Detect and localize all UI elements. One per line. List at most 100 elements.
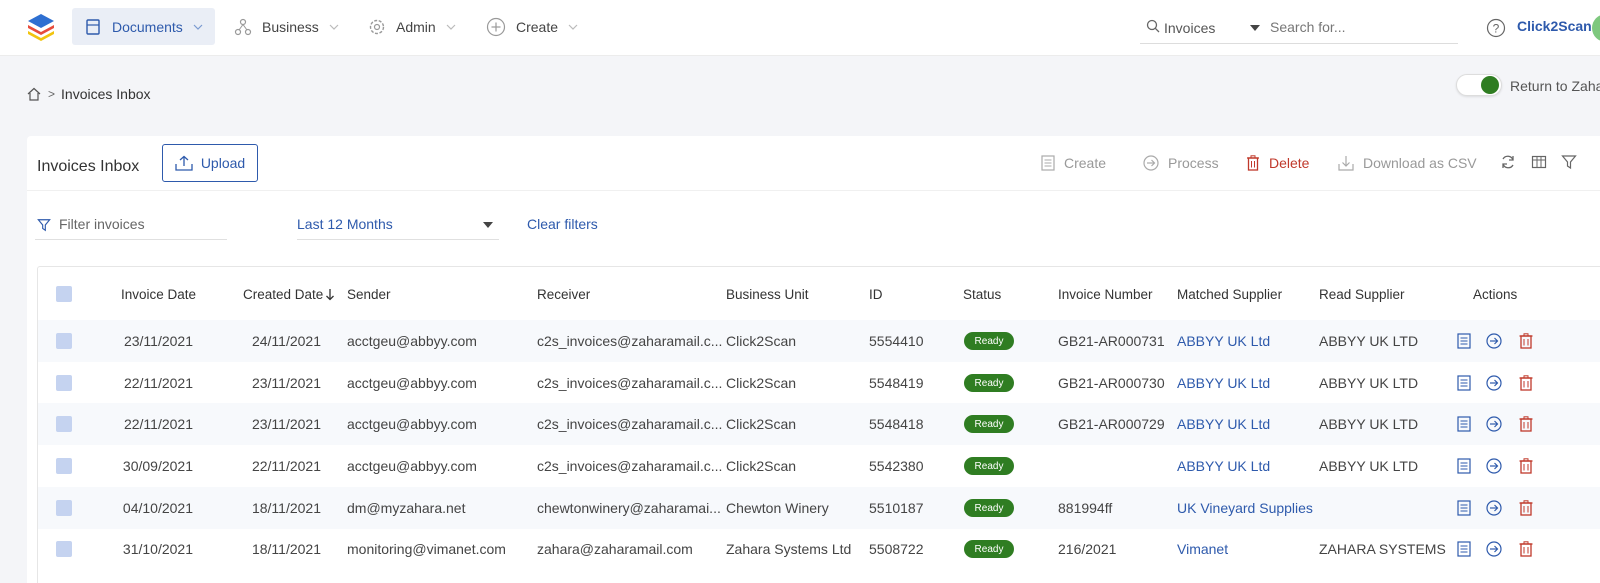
row-checkbox[interactable]: [56, 375, 72, 391]
trash-icon[interactable]: [1518, 375, 1534, 391]
filter-invoices-input[interactable]: [59, 215, 219, 233]
nav-business-label: Business: [262, 18, 319, 35]
header-receiver[interactable]: Receiver: [537, 287, 590, 302]
form-icon[interactable]: [1456, 458, 1472, 474]
panel-divider: [27, 190, 1600, 191]
status-badge: Ready: [964, 499, 1014, 517]
invoices-table: Invoice Date Created Date Sender Receive…: [37, 266, 1600, 583]
cell-matched-supplier[interactable]: ABBYY UK Ltd: [1177, 416, 1317, 432]
search-input[interactable]: [1270, 17, 1450, 37]
cell-sender: acctgeu@abbyy.com: [347, 375, 477, 391]
app-logo-icon[interactable]: [26, 12, 56, 42]
cell-business-unit: Chewton Winery: [726, 500, 829, 516]
return-toggle[interactable]: [1456, 74, 1502, 96]
delete-button[interactable]: Delete: [1246, 155, 1309, 171]
create-button-label: Create: [1064, 155, 1107, 171]
row-checkbox[interactable]: [56, 541, 72, 557]
status-badge: Ready: [964, 415, 1014, 433]
arrow-circle-right-icon[interactable]: [1486, 375, 1502, 391]
search-scope-select[interactable]: Invoices: [1164, 20, 1215, 36]
nav-admin-label: Admin: [396, 18, 436, 35]
home-icon[interactable]: [26, 86, 42, 102]
arrow-circle-right-icon[interactable]: [1486, 541, 1502, 557]
row-checkbox[interactable]: [56, 333, 72, 349]
invoices-panel: Invoices Inbox Upload Create Process Del…: [27, 136, 1600, 583]
table-row[interactable]: 23/11/2021 24/11/2021 acctgeu@abbyy.com c2s…: [38, 320, 1600, 362]
arrow-circle-right-icon[interactable]: [1486, 458, 1502, 474]
header-created-date[interactable]: Created Date: [243, 287, 323, 302]
trash-icon[interactable]: [1518, 500, 1534, 516]
cell-matched-supplier[interactable]: ABBYY UK Ltd: [1177, 458, 1317, 474]
form-icon[interactable]: [1456, 416, 1472, 432]
trash-icon[interactable]: [1518, 416, 1534, 432]
cell-matched-supplier[interactable]: ABBYY UK Ltd: [1177, 375, 1317, 391]
arrow-circle-right-icon[interactable]: [1486, 500, 1502, 516]
cell-id: 5548418: [869, 416, 924, 432]
form-icon[interactable]: [1456, 500, 1472, 516]
header-read-supplier[interactable]: Read Supplier: [1319, 287, 1405, 302]
search-icon: [1146, 19, 1160, 33]
table-row[interactable]: 31/10/2021 18/11/2021 monitoring@vimanet.c…: [38, 528, 1600, 570]
create-button[interactable]: Create: [1041, 155, 1106, 171]
trash-icon[interactable]: [1518, 541, 1534, 557]
sort-down-icon[interactable]: [325, 288, 335, 301]
cell-business-unit: Click2Scan: [726, 458, 797, 474]
row-checkbox[interactable]: [56, 416, 72, 432]
process-button[interactable]: Process: [1143, 155, 1219, 171]
table-row[interactable]: 04/10/2021 18/11/2021 dm@myzahara.net chewt…: [38, 487, 1600, 529]
cell-id: 5510187: [869, 500, 924, 516]
filter-icon[interactable]: [1561, 154, 1577, 170]
header-invoice-date[interactable]: Invoice Date: [121, 287, 196, 302]
cell-invoice-number: 216/2021: [1058, 541, 1117, 557]
row-checkbox[interactable]: [56, 500, 72, 516]
cell-matched-supplier[interactable]: ABBYY UK Ltd: [1177, 333, 1317, 349]
header-id[interactable]: ID: [869, 287, 883, 302]
header-status[interactable]: Status: [963, 287, 1001, 302]
status-badge: Ready: [964, 457, 1014, 475]
columns-icon[interactable]: [1531, 154, 1547, 170]
clear-filters-link[interactable]: Clear filters: [527, 216, 598, 232]
refresh-icon[interactable]: [1500, 154, 1516, 170]
cell-business-unit: Click2Scan: [726, 416, 797, 432]
cell-matched-supplier[interactable]: Vimanet: [1177, 541, 1317, 557]
help-icon[interactable]: ?: [1486, 18, 1506, 38]
cell-id: 5542380: [869, 458, 924, 474]
table-row[interactable]: 22/11/2021 23/11/2021 acctgeu@abbyy.com c2s…: [38, 403, 1600, 445]
table-row[interactable]: 30/09/2021 22/11/2021 acctgeu@abbyy.com c2s…: [38, 445, 1600, 487]
header-business-unit[interactable]: Business Unit: [726, 287, 809, 302]
date-range-select[interactable]: Last 12 Months: [297, 212, 499, 240]
status-badge: Ready: [964, 540, 1014, 558]
cell-invoice-number: GB21-AR000730: [1058, 375, 1165, 391]
arrow-circle-right-icon[interactable]: [1486, 416, 1502, 432]
arrow-circle-right-icon[interactable]: [1486, 333, 1502, 349]
form-icon[interactable]: [1456, 541, 1472, 557]
cell-id: 5508722: [869, 541, 924, 557]
cell-matched-supplier[interactable]: UK Vineyard Supplies: [1177, 500, 1317, 516]
nav-create[interactable]: Create: [474, 8, 590, 45]
avatar[interactable]: [1592, 14, 1600, 42]
form-icon[interactable]: [1456, 333, 1472, 349]
upload-button-label: Upload: [200, 155, 246, 171]
cell-read-supplier: ABBYY UK LTD: [1319, 458, 1419, 474]
form-icon[interactable]: [1456, 375, 1472, 391]
cell-invoice-date: 31/10/2021: [122, 541, 193, 557]
header-sender[interactable]: Sender: [347, 287, 391, 302]
header-invoice-number[interactable]: Invoice Number: [1058, 287, 1153, 302]
upload-button[interactable]: Upload: [162, 144, 258, 182]
table-row[interactable]: 22/11/2021 23/11/2021 acctgeu@abbyy.com c2s…: [38, 362, 1600, 404]
cell-invoice-number: GB21-AR000729: [1058, 416, 1165, 432]
select-all-checkbox[interactable]: [56, 286, 72, 302]
row-checkbox[interactable]: [56, 458, 72, 474]
panel-title: Invoices Inbox: [37, 158, 140, 175]
breadcrumb-current: Invoices Inbox: [61, 86, 151, 102]
trash-icon[interactable]: [1518, 458, 1534, 474]
header-matched-supplier[interactable]: Matched Supplier: [1177, 287, 1282, 302]
nav-documents[interactable]: Documents: [72, 8, 215, 45]
nav-admin[interactable]: Admin: [356, 8, 468, 45]
search-scope-caret-icon[interactable]: [1250, 25, 1260, 31]
brand-name[interactable]: Click2Scan: [1517, 18, 1592, 34]
cell-invoice-date: 23/11/2021: [123, 333, 193, 349]
download-csv-button[interactable]: Download as CSV: [1338, 155, 1477, 171]
trash-icon[interactable]: [1518, 333, 1534, 349]
nav-business[interactable]: Business: [222, 8, 351, 45]
